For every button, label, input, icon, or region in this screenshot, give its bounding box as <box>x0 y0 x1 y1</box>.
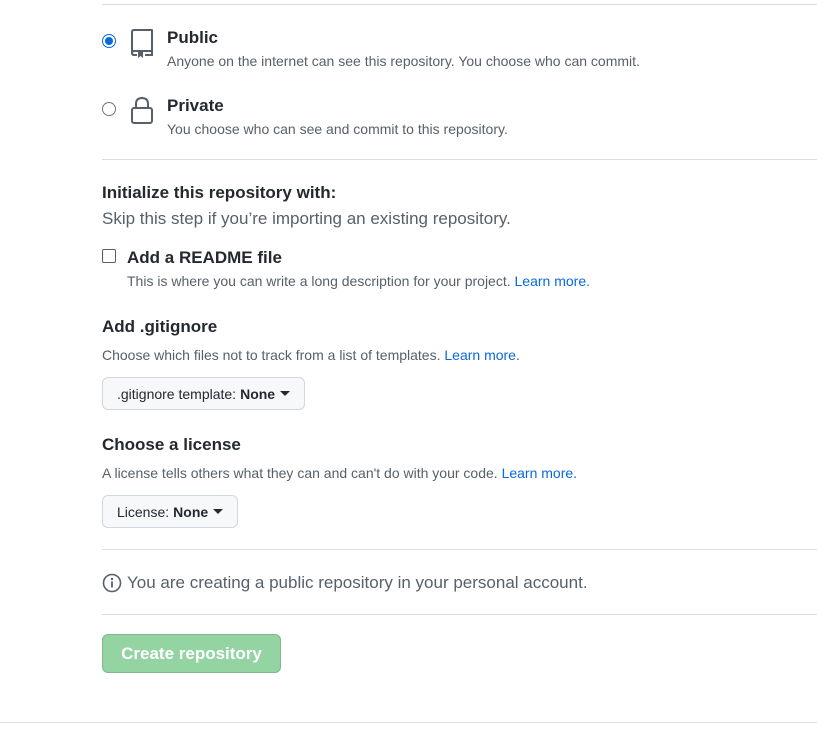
license-select-label: License: <box>117 503 170 520</box>
readme-description: This is where you can write a long descr… <box>127 273 511 289</box>
readme-label[interactable]: Add a README file <box>127 248 282 268</box>
gitignore-title: Add .gitignore <box>102 317 218 336</box>
top-divider <box>102 4 817 5</box>
readme-description-line: This is where you can write a long descr… <box>127 273 590 289</box>
license-title: Choose a license <box>102 435 241 454</box>
gitignore-select-value: None <box>240 385 276 402</box>
private-radio[interactable] <box>102 102 116 116</box>
private-title: Private <box>167 96 224 115</box>
license-description: A license tells others what they can and… <box>102 465 498 481</box>
readme-learn-more-link[interactable]: Learn more. <box>515 273 590 289</box>
notice-divider <box>102 614 817 615</box>
license-select[interactable]: License: None <box>102 495 239 528</box>
gitignore-description: Choose which files not to track from a l… <box>102 347 441 363</box>
lock-icon <box>129 96 155 131</box>
public-title: Public <box>167 28 219 47</box>
repo-icon <box>129 28 155 63</box>
info-icon <box>102 573 122 598</box>
initialize-subtitle: Skip this step if you’re importing an ex… <box>102 209 511 228</box>
gitignore-select-label: .gitignore template: <box>117 385 237 402</box>
license-divider <box>102 549 817 550</box>
create-repository-button[interactable]: Create repository <box>102 634 281 673</box>
license-select-value: None <box>173 503 209 520</box>
public-description: Anyone on the internet can see this repo… <box>167 53 640 69</box>
bottom-divider <box>0 722 817 723</box>
public-radio[interactable] <box>102 34 116 48</box>
notice-text: You are creating a public repository in … <box>127 573 588 592</box>
license-description-line: A license tells others what they can and… <box>102 465 577 481</box>
visibility-divider <box>102 159 817 160</box>
gitignore-description-line: Choose which files not to track from a l… <box>102 347 520 363</box>
caret-down-icon <box>213 509 224 514</box>
gitignore-template-select[interactable]: .gitignore template: None <box>102 377 306 410</box>
gitignore-learn-more-link[interactable]: Learn more. <box>444 347 519 363</box>
readme-checkbox[interactable] <box>102 249 116 263</box>
caret-down-icon <box>280 391 291 396</box>
license-learn-more-link[interactable]: Learn more. <box>502 465 577 481</box>
private-description: You choose who can see and commit to thi… <box>167 121 508 137</box>
initialize-title: Initialize this repository with: <box>102 183 337 202</box>
